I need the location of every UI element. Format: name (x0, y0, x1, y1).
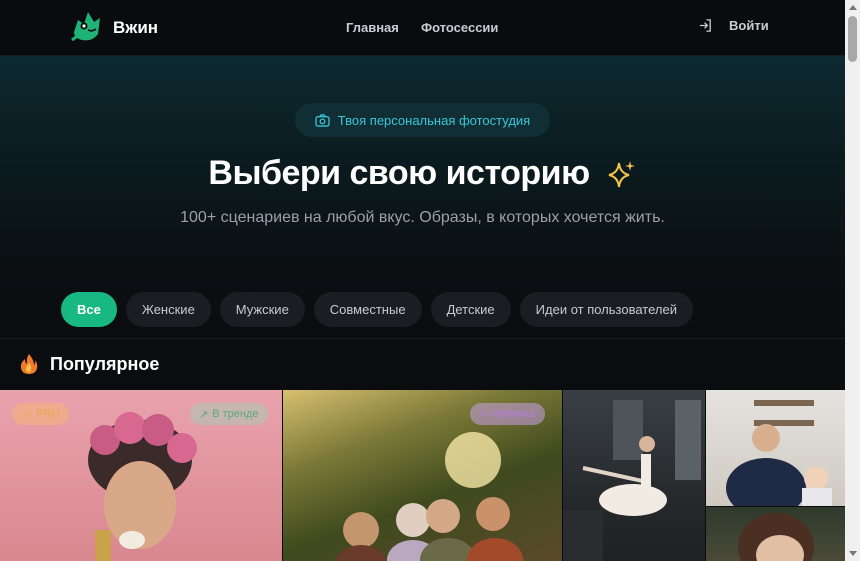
photo-card[interactable] (706, 390, 845, 506)
filter-kids[interactable]: Детские (430, 292, 511, 327)
section-divider (0, 338, 845, 339)
page-subtitle: 100+ сценариев на любой вкус. Образы, в … (180, 209, 665, 226)
badge-label: Твоя персональная фотостудия (337, 112, 531, 128)
page-title-text: Выбери свою историю (208, 154, 590, 192)
filter-all[interactable]: Все (61, 292, 117, 327)
crown-icon: ☺ (21, 408, 33, 420)
filter-men[interactable]: Мужские (219, 292, 305, 327)
filter-user-ideas[interactable]: Идеи от пользователей (519, 292, 693, 327)
login-label: Войти (729, 18, 769, 33)
pro-label: PRO (36, 408, 61, 420)
trending-up-icon: ↗ (199, 408, 209, 421)
scroll-down-arrow-icon[interactable] (849, 551, 857, 556)
page-title: Выбери свою историю (0, 154, 845, 193)
login-button[interactable]: Войти (698, 18, 769, 33)
photo-card[interactable] (563, 390, 705, 561)
studio-badge: Твоя персональная фотостудия (295, 103, 550, 137)
frog-logo-icon[interactable] (68, 8, 104, 46)
new-badge: ✧ Новинка (470, 403, 545, 425)
scroll-thumb[interactable] (848, 16, 857, 62)
sparkles-icon (608, 161, 635, 188)
log-in-icon (699, 19, 711, 32)
page-scrollbar[interactable] (845, 0, 860, 561)
nav-link-home[interactable]: Главная (346, 20, 399, 35)
trending-badge: ↗ В тренде (190, 403, 268, 425)
camera-icon (315, 113, 330, 127)
category-filters: Все Женские Мужские Совместные Детские И… (61, 292, 693, 327)
trending-label: В тренде (212, 408, 259, 420)
pro-badge: ☺ PRO (12, 403, 70, 425)
nav-link-photoshoots[interactable]: Фотосессии (421, 20, 498, 35)
photo-card[interactable]: ✧ Новинка (283, 390, 562, 561)
photo-card[interactable] (706, 507, 845, 561)
new-label: Новинка (492, 408, 536, 420)
sparkle-icon: ✧ (479, 408, 489, 421)
brand-name[interactable]: Вжин (113, 18, 158, 38)
photo-card[interactable]: ☺ PRO ↗ В тренде (0, 390, 282, 561)
photo-image (726, 400, 832, 506)
scroll-up-arrow-icon[interactable] (849, 5, 857, 10)
top-header: Вжин Главная Фотосессии Войти (0, 0, 845, 56)
popular-title: Популярное (50, 353, 160, 374)
photo-image (563, 400, 701, 561)
popular-header: Популярное (20, 353, 159, 375)
flame-icon (20, 354, 38, 374)
filter-couples[interactable]: Совместные (313, 292, 422, 327)
photo-image (738, 513, 814, 561)
filter-women[interactable]: Женские (125, 292, 211, 327)
